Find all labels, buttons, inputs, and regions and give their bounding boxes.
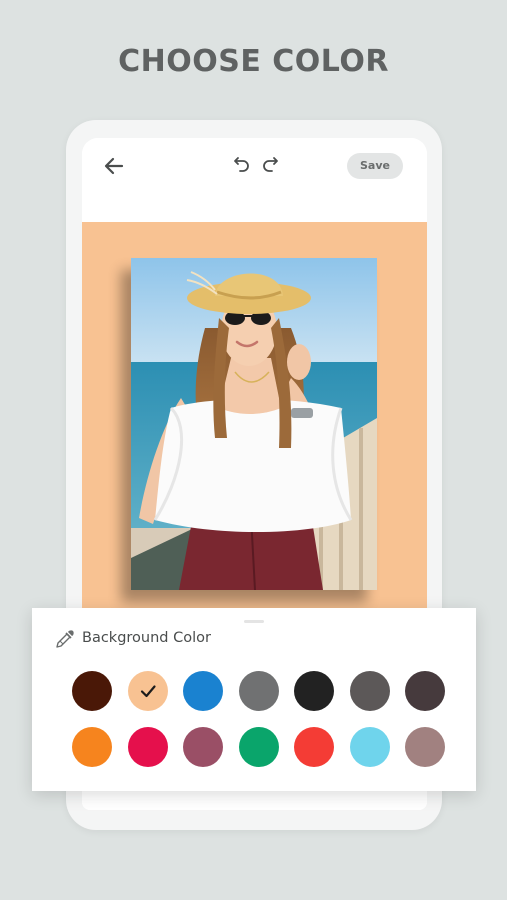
color-swatch[interactable]: [183, 727, 223, 767]
color-swatch[interactable]: [405, 727, 445, 767]
background-color-panel: Background Color: [32, 608, 476, 791]
redo-icon[interactable]: [260, 154, 280, 174]
color-swatch[interactable]: [405, 671, 445, 711]
edited-photo[interactable]: [131, 258, 377, 590]
color-swatch[interactable]: [349, 727, 390, 767]
checkmark-icon: [140, 685, 156, 698]
color-swatch[interactable]: [72, 727, 112, 767]
color-swatch[interactable]: [238, 727, 279, 767]
drag-handle[interactable]: [244, 620, 264, 623]
color-swatch[interactable]: [72, 671, 112, 711]
color-swatch[interactable]: [183, 671, 223, 711]
color-swatch[interactable]: [238, 671, 279, 711]
color-swatch-selected[interactable]: [127, 671, 168, 711]
arrow-left-icon[interactable]: [102, 154, 126, 178]
eyedropper-icon: [56, 630, 74, 648]
save-button[interactable]: Save: [347, 153, 403, 179]
panel-title: Background Color: [82, 630, 211, 646]
color-swatch[interactable]: [294, 727, 334, 767]
top-toolbar: Save: [82, 138, 427, 220]
page-headline: CHOOSE COLOR: [118, 44, 389, 79]
undo-icon[interactable]: [232, 154, 252, 174]
color-swatch[interactable]: [349, 671, 390, 711]
color-swatch[interactable]: [294, 671, 334, 711]
color-swatch[interactable]: [127, 727, 168, 767]
